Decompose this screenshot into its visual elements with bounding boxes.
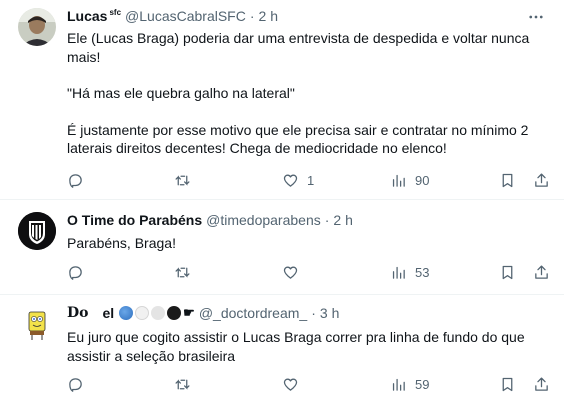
bookmark-icon bbox=[502, 173, 513, 187]
views-count: 59 bbox=[415, 376, 430, 392]
avatar[interactable] bbox=[18, 305, 56, 343]
tweet-header: Do el ☛ @_doctordream_ · 3 h bbox=[67, 305, 339, 321]
user-handle[interactable]: @_doctordream_ bbox=[199, 305, 307, 321]
bookmark-button[interactable] bbox=[499, 170, 516, 190]
retweet-button[interactable] bbox=[174, 374, 199, 394]
user-handle[interactable]: @timedoparabens bbox=[206, 212, 321, 228]
tweet-line: assistir a seleção brasileira bbox=[67, 347, 236, 364]
share-icon bbox=[535, 376, 548, 391]
pointing-hand-icon: ☛ bbox=[183, 305, 195, 320]
gray-circle-emoji-icon bbox=[151, 306, 166, 320]
bookmark-icon bbox=[502, 377, 513, 391]
name-badge: sfc bbox=[109, 8, 122, 18]
heart-icon bbox=[283, 378, 298, 391]
avatar[interactable] bbox=[18, 212, 56, 250]
views-count: 53 bbox=[415, 264, 430, 280]
globe-emoji-icon bbox=[119, 306, 134, 320]
bookmark-button[interactable] bbox=[499, 374, 516, 394]
heart-icon bbox=[283, 174, 298, 187]
user-handle[interactable]: @LucasCabralSFC bbox=[125, 8, 246, 24]
separator-dot: · bbox=[249, 8, 255, 24]
more-options-icon[interactable] bbox=[526, 7, 546, 27]
reply-icon bbox=[69, 173, 82, 188]
share-button[interactable] bbox=[533, 262, 550, 282]
tweet-actions: 1 90 bbox=[67, 170, 551, 190]
like-button[interactable] bbox=[282, 374, 307, 394]
tweet-line: Eu juro que cogito assistir o Lucas Brag… bbox=[67, 329, 525, 345]
views-button[interactable]: 59 bbox=[390, 374, 429, 394]
bookmark-icon bbox=[502, 265, 513, 279]
tweet-header: O Time do Parabéns @timedoparabens · 2 h bbox=[67, 212, 353, 228]
like-count: 1 bbox=[307, 172, 315, 188]
tweet-actions: 53 bbox=[67, 262, 551, 282]
reply-button[interactable] bbox=[67, 262, 92, 282]
separator-dot: · bbox=[311, 305, 316, 321]
tweet-text: Ele (Lucas Braga) poderia dar uma entrev… bbox=[67, 29, 551, 158]
retweet-button[interactable] bbox=[174, 262, 199, 282]
like-button[interactable] bbox=[282, 262, 307, 282]
views-count: 90 bbox=[415, 172, 430, 188]
white-circle-emoji-icon bbox=[135, 306, 150, 320]
tweet-line: É justamente por esse motivo que ele pre… bbox=[67, 121, 529, 138]
tweet-line: Parabéns, Braga! bbox=[67, 235, 176, 251]
black-circle-emoji-icon bbox=[167, 306, 182, 320]
views-button[interactable]: 53 bbox=[390, 262, 429, 282]
tweet-header: Lucas sfc @LucasCabralSFC · 2 h bbox=[67, 8, 278, 24]
tweet-text: Eu juro que cogito assistir o Lucas Brag… bbox=[67, 328, 551, 365]
display-name[interactable]: Do el ☛ bbox=[67, 305, 195, 321]
retweet-icon bbox=[175, 266, 190, 278]
tweet-line: mais! bbox=[67, 48, 101, 65]
share-icon bbox=[535, 172, 548, 187]
reply-icon bbox=[69, 265, 82, 280]
like-button[interactable]: 1 bbox=[282, 170, 314, 190]
reply-button[interactable] bbox=[67, 374, 92, 394]
tweet-line: "Há mas ele quebra galho na lateral" bbox=[67, 85, 295, 101]
share-icon bbox=[535, 264, 548, 279]
display-name[interactable]: Lucas sfc bbox=[67, 8, 121, 24]
views-icon bbox=[392, 266, 405, 279]
avatar[interactable] bbox=[18, 8, 56, 46]
reply-button[interactable] bbox=[67, 170, 92, 190]
tweet-line: laterais direitos decentes! Chega de med… bbox=[67, 140, 447, 156]
retweet-icon bbox=[175, 378, 190, 390]
timestamp[interactable]: 2 h bbox=[259, 8, 278, 24]
tweet[interactable]: Do el ☛ @_doctordream_ · 3 h Eu juro que… bbox=[0, 295, 564, 417]
retweet-button[interactable] bbox=[174, 170, 199, 190]
tweet[interactable]: O Time do Parabéns @timedoparabens · 2 h… bbox=[0, 200, 564, 295]
tweet-actions: 59 bbox=[67, 374, 551, 394]
retweet-icon bbox=[175, 174, 190, 186]
tweet-line: Ele (Lucas Braga) poderia dar uma entrev… bbox=[67, 30, 530, 46]
bookmark-button[interactable] bbox=[499, 262, 516, 282]
tweet-text: Parabéns, Braga! bbox=[67, 234, 551, 253]
views-icon bbox=[392, 174, 405, 187]
views-icon bbox=[392, 378, 405, 391]
share-button[interactable] bbox=[533, 374, 550, 394]
tweet[interactable]: Lucas sfc @LucasCabralSFC · 2 h Ele (Luca… bbox=[0, 0, 564, 200]
separator-dot: · bbox=[324, 212, 330, 228]
heart-icon bbox=[283, 266, 298, 279]
share-button[interactable] bbox=[533, 170, 550, 190]
timestamp[interactable]: 3 h bbox=[320, 305, 339, 321]
display-name[interactable]: O Time do Parabéns bbox=[67, 212, 202, 228]
timestamp[interactable]: 2 h bbox=[333, 212, 352, 228]
reply-icon bbox=[69, 377, 82, 392]
views-button[interactable]: 90 bbox=[390, 170, 429, 190]
